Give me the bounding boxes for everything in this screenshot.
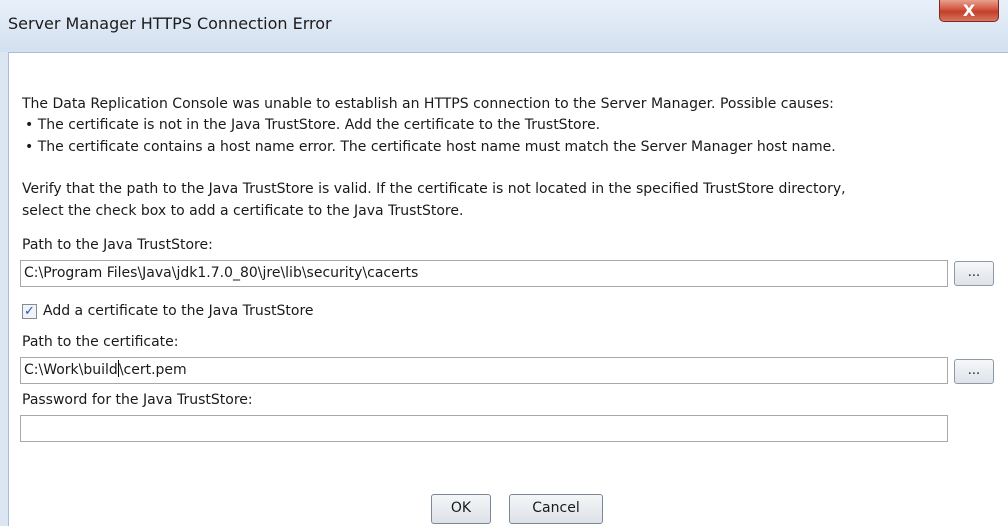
certificate-path-label: Path to the certificate: <box>22 334 179 350</box>
verify-text-line-1: Verify that the path to the Java TrustSt… <box>22 181 846 197</box>
ok-button[interactable]: OK <box>431 494 491 524</box>
certificate-path-text-before-caret: C:\Work\build <box>24 362 118 378</box>
truststore-browse-button[interactable]: ... <box>954 261 994 286</box>
window-title: Server Manager HTTPS Connection Error <box>8 14 332 33</box>
cause-item-1: • The certificate is not in the Java Tru… <box>25 117 601 133</box>
truststore-password-input[interactable] <box>20 415 948 442</box>
dialog-body: The Data Replication Console was unable … <box>8 52 1008 526</box>
password-label: Password for the Java TrustStore: <box>22 392 253 408</box>
cause-item-2: • The certificate contains a host name e… <box>25 139 836 155</box>
truststore-path-label: Path to the Java TrustStore: <box>22 237 213 253</box>
add-certificate-label[interactable]: Add a certificate to the Java TrustStore <box>43 302 314 320</box>
verify-text-line-2: select the check box to add a certificat… <box>22 203 464 219</box>
close-button[interactable]: X <box>939 0 999 22</box>
truststore-path-input[interactable]: C:\Program Files\Java\jdk1.7.0_80\jre\li… <box>20 260 948 287</box>
certificate-path-text-after-caret: \cert.pem <box>118 362 187 378</box>
cancel-button[interactable]: Cancel <box>509 494 603 524</box>
add-certificate-checkbox[interactable]: ✓ <box>22 304 37 319</box>
certificate-path-input[interactable]: C:\Work\build\cert.pem <box>20 357 948 384</box>
close-icon: X <box>962 1 976 20</box>
title-bar: Server Manager HTTPS Connection Error X <box>0 0 1008 52</box>
error-intro-text: The Data Replication Console was unable … <box>22 96 834 112</box>
certificate-browse-button[interactable]: ... <box>954 359 994 384</box>
